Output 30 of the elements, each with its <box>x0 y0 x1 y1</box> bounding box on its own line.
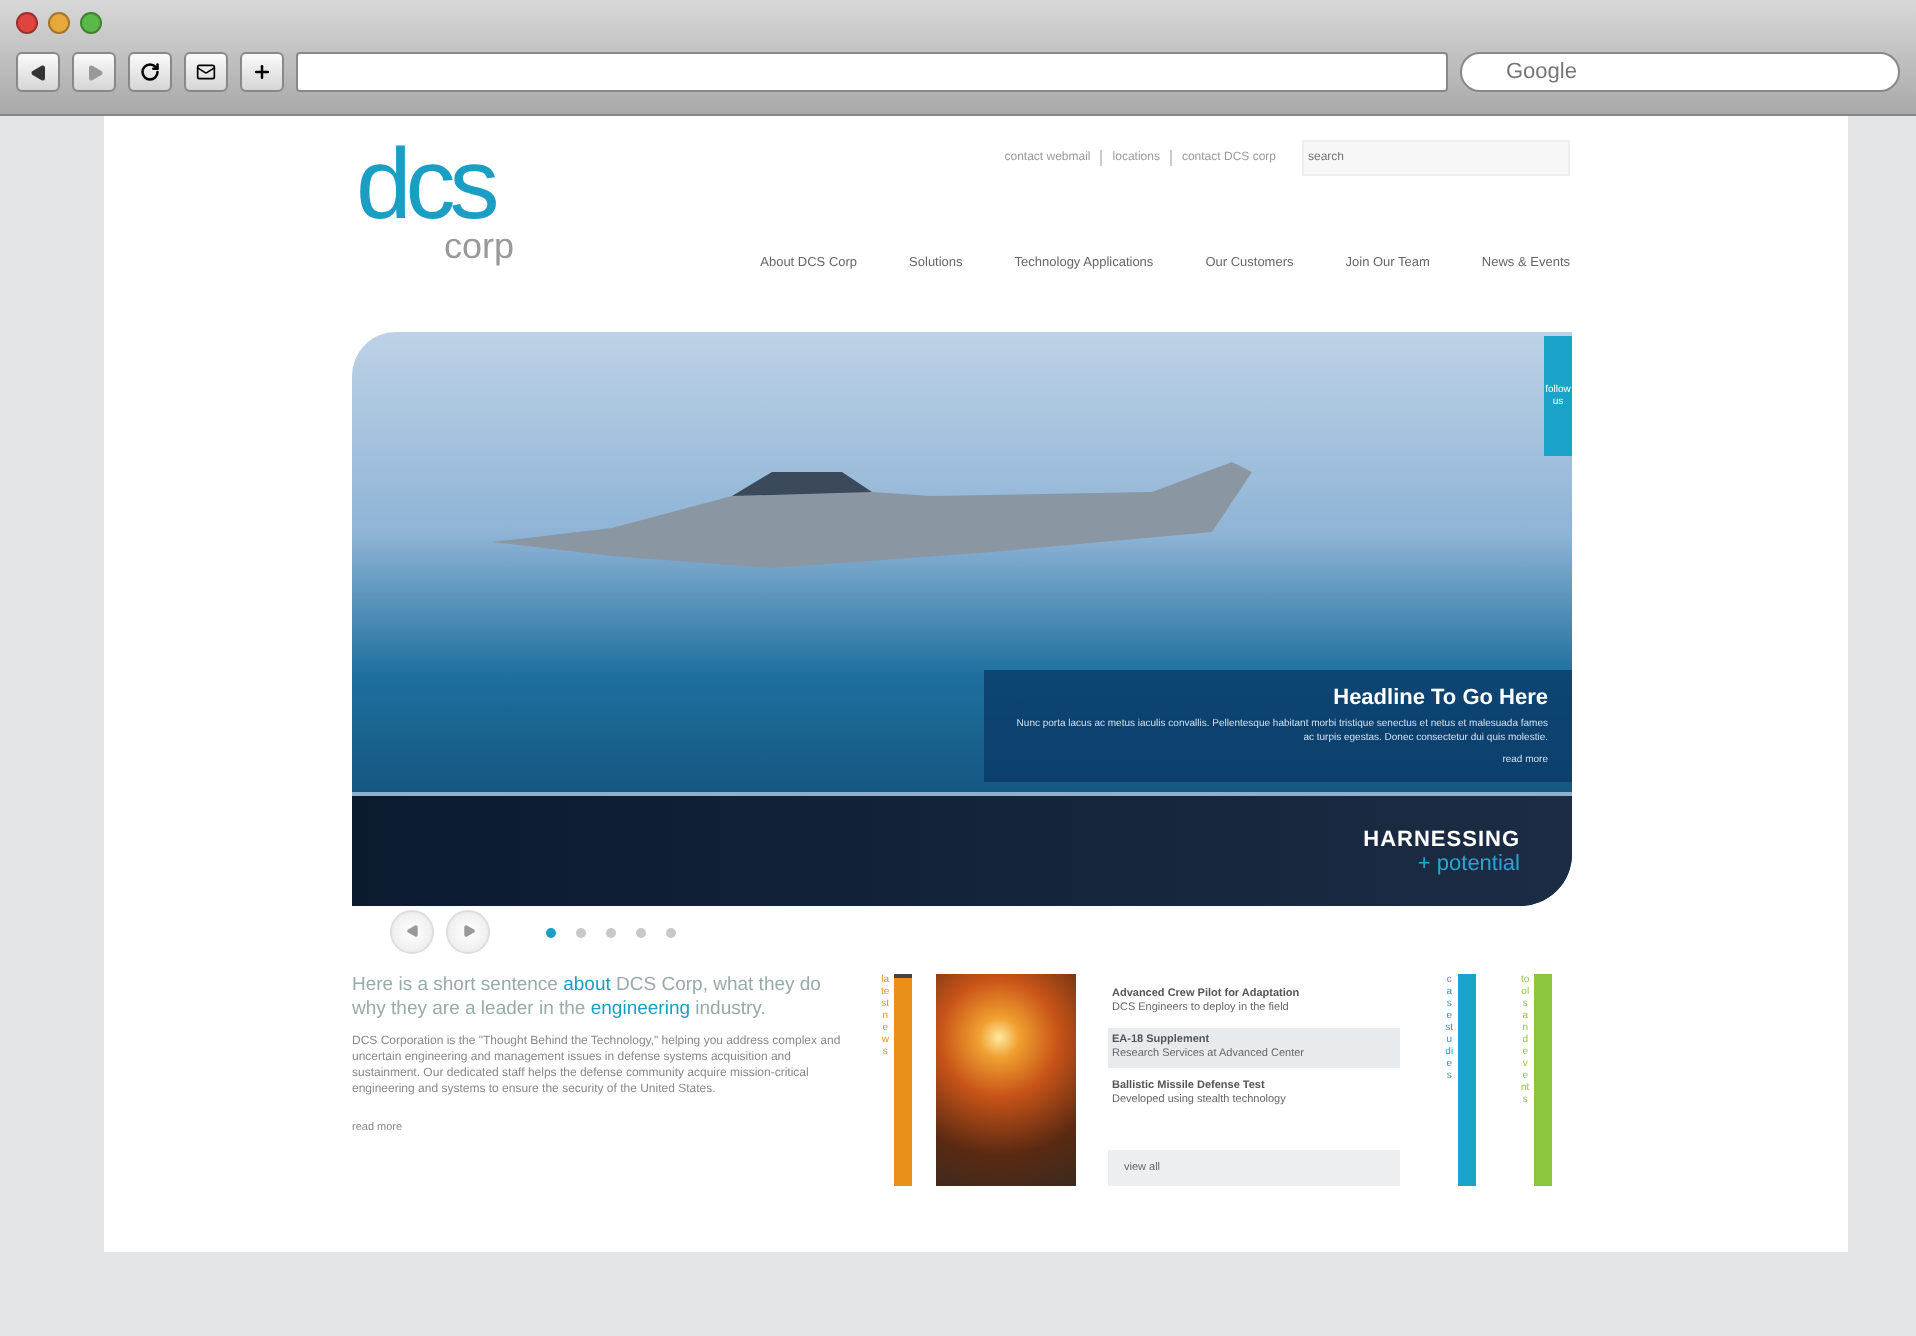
next-icon <box>461 923 475 937</box>
slide-dot[interactable] <box>606 927 616 937</box>
slide-dot[interactable] <box>546 927 556 937</box>
logo-subtitle: corp <box>444 228 515 264</box>
add-button[interactable] <box>240 52 284 92</box>
tagline-subtitle: + potential <box>1417 851 1520 875</box>
back-icon <box>29 63 47 81</box>
previous-icon <box>405 923 419 937</box>
tagline: HARNESSING <box>1363 827 1520 851</box>
browser-search-field[interactable]: Google <box>1460 52 1900 92</box>
minimize-light[interactable] <box>48 11 70 33</box>
close-light[interactable] <box>16 11 38 33</box>
slide-dot[interactable] <box>666 927 676 937</box>
slide-dot[interactable] <box>576 927 586 937</box>
zoom-light[interactable] <box>80 11 102 33</box>
next-button[interactable] <box>446 910 490 954</box>
reload-icon <box>140 62 160 82</box>
forward-button[interactable] <box>72 52 116 92</box>
forward-icon <box>85 63 103 81</box>
address-field[interactable] <box>296 52 1448 92</box>
hero-headline: Headline To Go Here <box>1333 686 1548 710</box>
plus-icon <box>252 62 272 82</box>
slide-dot[interactable] <box>636 927 646 937</box>
back-button[interactable] <box>16 52 60 92</box>
logo-mark: dcs <box>356 140 494 228</box>
reload-button[interactable] <box>128 52 172 92</box>
mail-button[interactable] <box>184 52 228 92</box>
intro-lead: Here is a short sentence about DCS Corp, what they do why they are a leader in the engineering industry. <box>352 974 823 1022</box>
envelope-icon <box>196 62 216 82</box>
previous-button[interactable] <box>390 910 434 954</box>
